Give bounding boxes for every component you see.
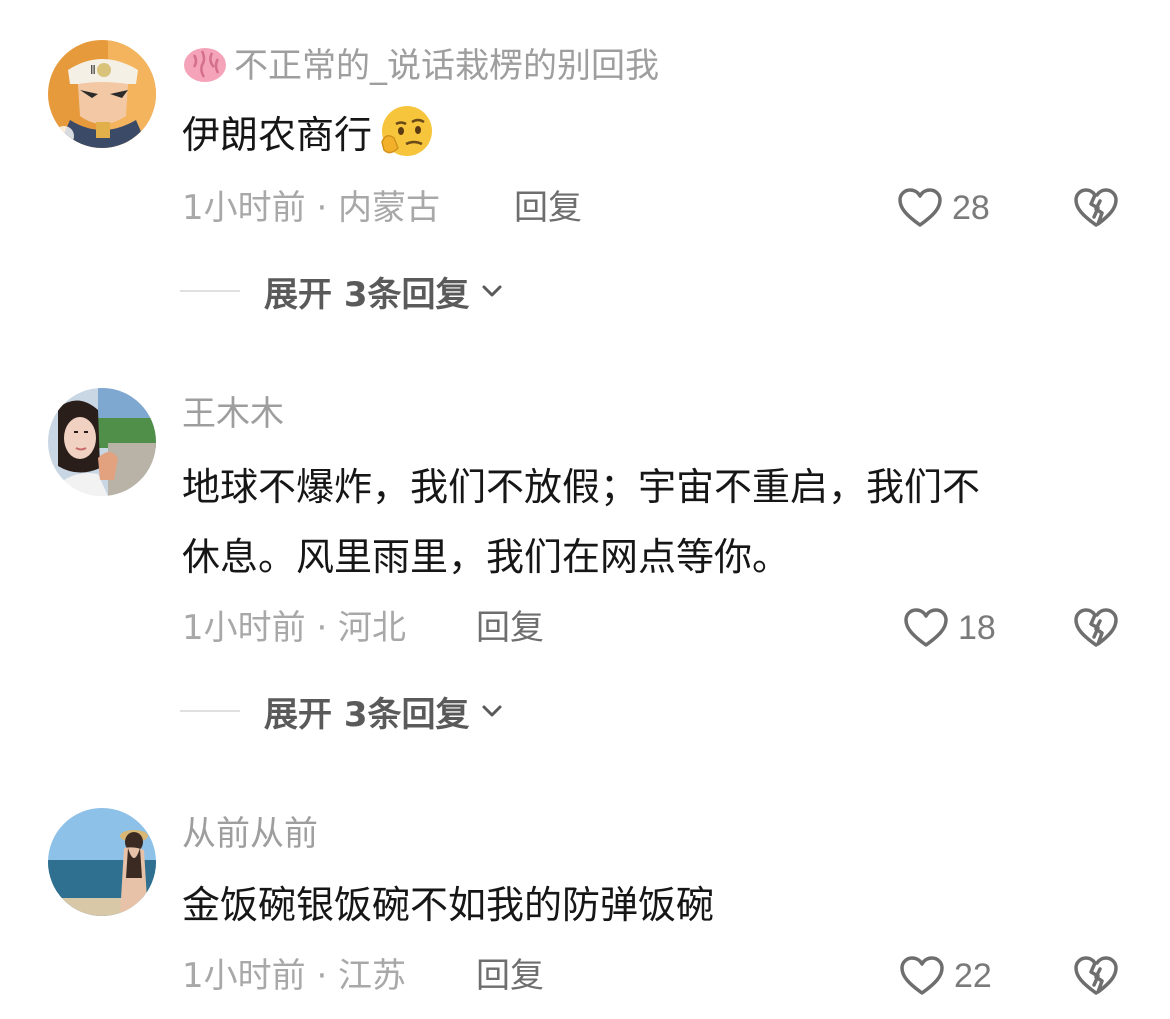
username[interactable]: 从前从前 — [182, 812, 318, 856]
like-button[interactable]: 22 — [898, 952, 992, 1000]
broken-heart-icon[interactable] — [1072, 952, 1120, 1000]
comment-item: 从前从前 金饭碗银饭碗不如我的防弹饭碗 1小时前 · 江苏 回复 22 — [0, 0, 1170, 1019]
reply-button[interactable]: 回复 — [476, 954, 544, 998]
like-count: 22 — [954, 956, 992, 995]
heart-outline-icon — [900, 956, 944, 995]
time-location: 1小时前 · 江苏 — [182, 956, 407, 996]
avatar[interactable] — [48, 808, 156, 916]
comment-text: 金饭碗银饭碗不如我的防弹饭碗 — [182, 883, 715, 927]
